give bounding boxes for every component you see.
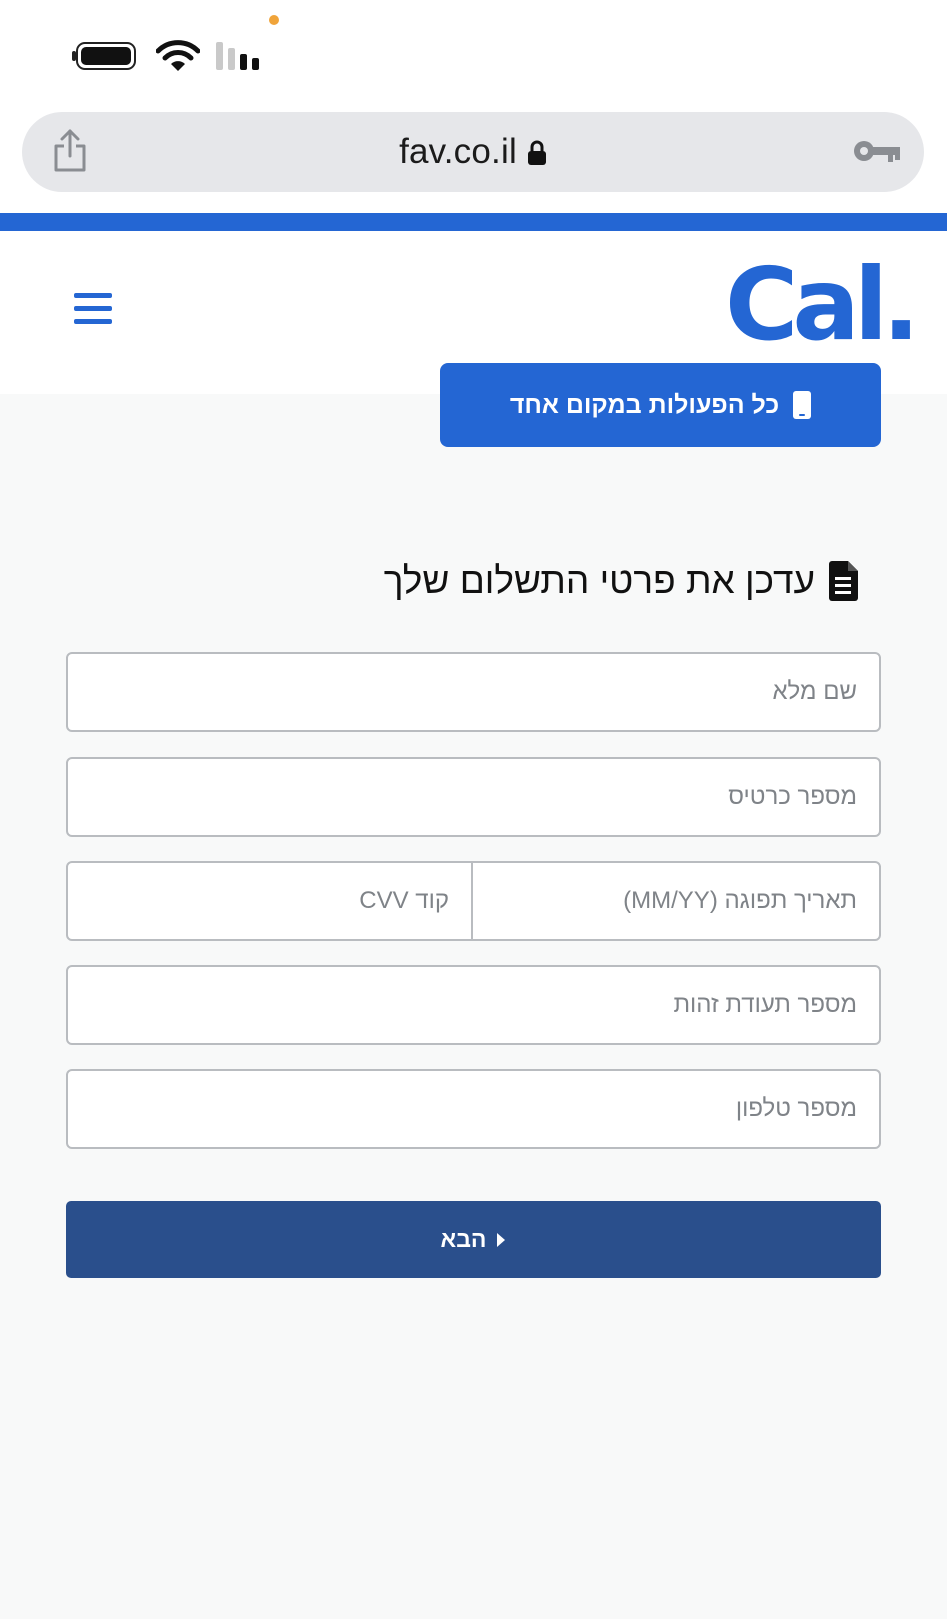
phone-number-input[interactable] <box>66 1069 881 1149</box>
id-number-input[interactable] <box>66 965 881 1045</box>
wifi-icon <box>156 40 200 71</box>
key-icon[interactable] <box>852 136 902 166</box>
battery-full-icon <box>72 42 136 70</box>
phone-icon <box>793 391 812 419</box>
logo-text: Cal. <box>725 246 920 363</box>
next-button[interactable]: הבא <box>66 1201 881 1278</box>
lock-icon <box>527 140 546 165</box>
full-name-input[interactable] <box>66 652 881 732</box>
form-title: עדכן את פרטי התשלום שלך <box>384 560 859 602</box>
caret-right-icon <box>497 1232 506 1247</box>
url-display[interactable]: fav.co.il <box>22 112 924 192</box>
privacy-indicator-dot <box>269 15 279 25</box>
cellular-signal-icon <box>216 42 259 70</box>
all-actions-button[interactable]: כל הפעולות במקום אחד <box>440 363 881 447</box>
next-label: הבא <box>440 1226 487 1252</box>
hamburger-menu-icon[interactable] <box>74 291 112 325</box>
cal-logo[interactable]: Cal. <box>725 246 920 363</box>
cvv-input[interactable] <box>66 861 473 941</box>
form-title-text: עדכן את פרטי התשלום שלך <box>383 560 815 601</box>
expiry-date-input[interactable] <box>471 861 881 941</box>
browser-url-bar[interactable]: fav.co.il <box>22 112 924 192</box>
all-actions-label: כל הפעולות במקום אחד <box>509 390 780 419</box>
status-bar <box>0 0 947 100</box>
card-number-input[interactable] <box>66 757 881 837</box>
url-text[interactable]: fav.co.il <box>399 132 517 172</box>
brand-top-stripe <box>0 213 947 231</box>
document-icon <box>829 561 858 601</box>
